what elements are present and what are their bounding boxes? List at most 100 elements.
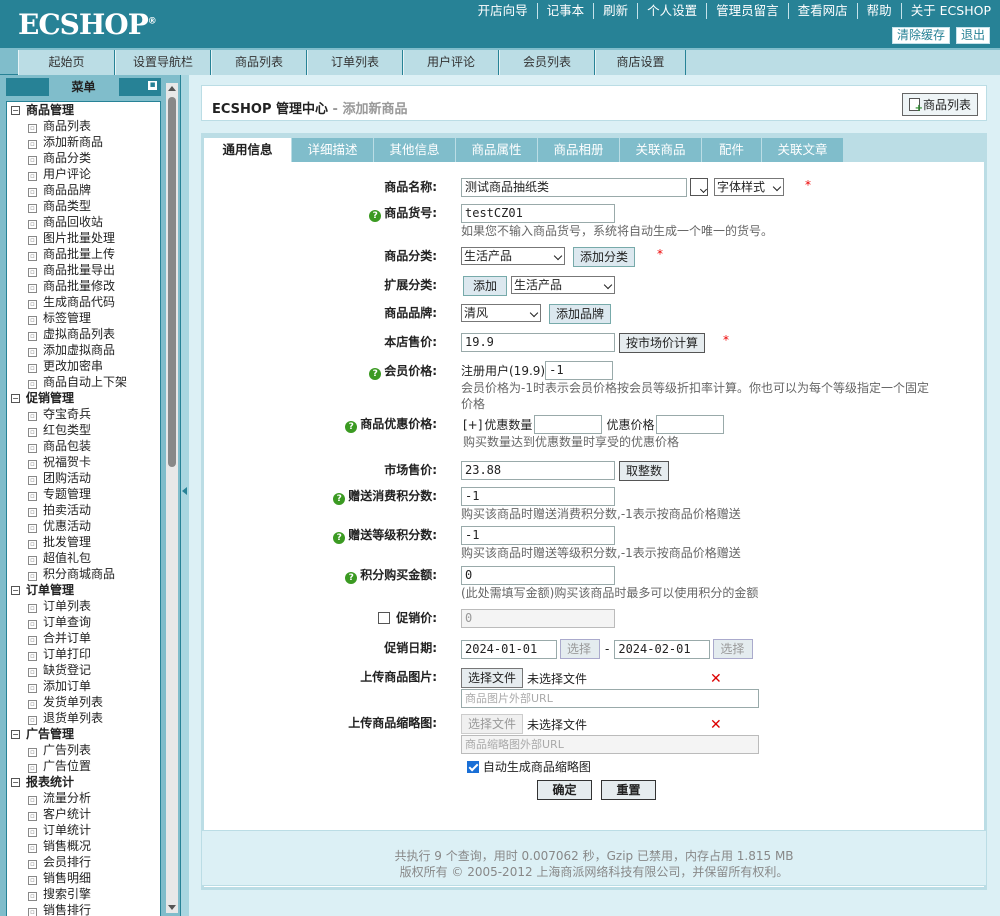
sidebar-collapse-icon[interactable]: ▪ <box>148 81 157 90</box>
nav-about[interactable]: 关于 ECSHOP <box>900 3 1000 19</box>
color-picker[interactable] <box>690 178 708 196</box>
tab-shop-settings[interactable]: 商店设置 <box>595 50 686 75</box>
add-volume-price-link[interactable]: [+] <box>463 418 482 432</box>
sidebar-item[interactable]: ▫ 订单查询 <box>7 614 160 630</box>
sidebar-item[interactable]: ▫ 广告列表 <box>7 742 160 758</box>
sidebar-item[interactable]: ▫ 订单打印 <box>7 646 160 662</box>
collapse-box-icon[interactable]: − <box>11 106 20 115</box>
nav-help[interactable]: 帮助 <box>856 3 901 19</box>
tab-linked-goods[interactable]: 关联商品 <box>620 138 702 162</box>
frame-splitter[interactable] <box>180 75 189 916</box>
sidebar-item[interactable]: ▫ 商品自动上下架 <box>7 374 160 390</box>
add-brand-button[interactable]: 添加品牌 <box>549 304 612 324</box>
promote-start-date-input[interactable]: 2024-01-01 <box>461 639 557 659</box>
sidebar-item[interactable]: ▫ 商品列表 <box>7 118 160 134</box>
sidebar-item[interactable]: ▫ 商品批量上传 <box>7 246 160 262</box>
clear-cache-button[interactable]: 清除缓存 <box>891 27 950 44</box>
round-button[interactable]: 取整数 <box>619 461 670 481</box>
sidebar-item[interactable]: ▫ 添加虚拟商品 <box>7 342 160 358</box>
sidebar-item[interactable]: ▫ 商品批量修改 <box>7 278 160 294</box>
give-integral-input[interactable]: -1 <box>461 487 615 506</box>
sidebar-group[interactable]: − 商品管理 <box>7 102 160 118</box>
help-icon[interactable]: ? <box>369 210 382 222</box>
sidebar-item[interactable]: ▫ 商品类型 <box>7 198 160 214</box>
category-select[interactable]: 生活产品 <box>461 247 565 265</box>
tab-description[interactable]: 详细描述 <box>292 138 374 162</box>
promote-end-date-input[interactable]: 2024-02-01 <box>614 639 711 659</box>
nav-admin-message[interactable]: 管理员留言 <box>706 3 788 19</box>
add-category-button[interactable]: 添加分类 <box>573 247 636 267</box>
tab-general[interactable]: 通用信息 <box>204 138 292 162</box>
market-price-input[interactable]: 23.88 <box>461 461 615 480</box>
sidebar-item[interactable]: ▫ 商品分类 <box>7 150 160 166</box>
market-price-calc-button[interactable]: 按市场价计算 <box>619 333 706 353</box>
choose-image-file-button[interactable]: 选择文件 <box>461 668 524 688</box>
font-style-select[interactable]: 字体样式 <box>714 178 784 196</box>
tab-gallery[interactable]: 商品相册 <box>538 138 620 162</box>
scroll-up-icon[interactable] <box>168 86 176 91</box>
goods-sn-input[interactable]: testCZ01 <box>461 204 615 223</box>
promote-checkbox[interactable] <box>378 612 391 624</box>
goods-list-button[interactable]: 商品列表 <box>901 93 978 116</box>
tab-nav-settings[interactable]: 设置导航栏 <box>115 50 211 75</box>
help-icon[interactable]: ? <box>333 532 346 544</box>
member-price-input[interactable]: -1 <box>545 361 614 380</box>
choose-thumb-file-button[interactable]: 选择文件 <box>461 714 524 734</box>
brand-select[interactable]: 清风 <box>461 304 541 322</box>
sidebar-item[interactable]: ▫ 批发管理 <box>7 534 160 550</box>
add-ext-category-button[interactable]: 添加 <box>463 276 507 296</box>
sidebar-item[interactable]: ▫ 用户评论 <box>7 166 160 182</box>
help-icon[interactable]: ? <box>345 572 358 584</box>
tab-linked-articles[interactable]: 关联文章 <box>762 138 844 162</box>
promote-price-input[interactable]: 0 <box>461 609 615 628</box>
sidebar-item[interactable]: ▫ 夺宝奇兵 <box>7 406 160 422</box>
sidebar-item[interactable]: ▫ 缺货登记 <box>7 662 160 678</box>
thumb-url-input[interactable]: 商品缩略图外部URL <box>461 735 759 754</box>
sidebar-item[interactable]: ▫ 红包类型 <box>7 422 160 438</box>
sidebar-item[interactable]: ▫ 退货单列表 <box>7 710 160 726</box>
sidebar-item[interactable]: ▫ 更改加密串 <box>7 358 160 374</box>
nav-refresh[interactable]: 刷新 <box>593 3 637 19</box>
sidebar-item[interactable]: ▫ 添加订单 <box>7 678 160 694</box>
collapse-box-icon[interactable]: − <box>11 778 20 787</box>
image-url-input[interactable]: 商品图片外部URL <box>461 689 759 708</box>
help-icon[interactable]: ? <box>345 421 358 433</box>
tab-attributes[interactable]: 商品属性 <box>456 138 538 162</box>
sidebar-item[interactable]: ▫ 客户统计 <box>7 806 160 822</box>
sidebar-scrollbar[interactable] <box>166 83 178 913</box>
sidebar-item[interactable]: ▫ 流量分析 <box>7 790 160 806</box>
sidebar-group[interactable]: − 订单管理 <box>7 582 160 598</box>
tab-accessories[interactable]: 配件 <box>702 138 762 162</box>
tab-member-list[interactable]: 会员列表 <box>499 50 595 75</box>
nav-profile[interactable]: 个人设置 <box>637 3 706 19</box>
sidebar-item[interactable]: ▫ 团购活动 <box>7 470 160 486</box>
sidebar-item[interactable]: ▫ 销售排行 <box>7 902 160 916</box>
sidebar-item[interactable]: ▫ 销售明细 <box>7 870 160 886</box>
scroll-down-icon[interactable] <box>168 905 176 910</box>
sidebar-item[interactable]: ▫ 销售概况 <box>7 838 160 854</box>
help-icon[interactable]: ? <box>333 493 346 505</box>
collapse-box-icon[interactable]: − <box>11 730 20 739</box>
tab-other-info[interactable]: 其他信息 <box>374 138 456 162</box>
tab-start-page[interactable]: 起始页 <box>18 50 115 75</box>
sidebar-item[interactable]: ▫ 发货单列表 <box>7 694 160 710</box>
sidebar-item[interactable]: ▫ 积分商城商品 <box>7 566 160 582</box>
sidebar-item[interactable]: ▫ 标签管理 <box>7 310 160 326</box>
volume-price-input[interactable] <box>656 415 725 434</box>
sidebar-item[interactable]: ▫ 广告位置 <box>7 758 160 774</box>
nav-view-store[interactable]: 查看网店 <box>787 3 857 19</box>
sidebar-item[interactable]: ▫ 订单列表 <box>7 598 160 614</box>
sidebar-item[interactable]: ▫ 会员排行 <box>7 854 160 870</box>
end-date-select-button[interactable]: 选择 <box>713 639 754 659</box>
shop-price-input[interactable]: 19.9 <box>461 333 615 352</box>
collapse-box-icon[interactable]: − <box>11 586 20 595</box>
sidebar-item[interactable]: ▫ 图片批量处理 <box>7 230 160 246</box>
sidebar-item[interactable]: ▫ 商品回收站 <box>7 214 160 230</box>
help-icon[interactable]: ? <box>369 368 382 380</box>
sidebar-group[interactable]: − 报表统计 <box>7 774 160 790</box>
nav-notepad[interactable]: 记事本 <box>536 3 594 19</box>
start-date-select-button[interactable]: 选择 <box>560 639 600 659</box>
sidebar-item[interactable]: ▫ 虚拟商品列表 <box>7 326 160 342</box>
volume-qty-input[interactable] <box>534 415 603 434</box>
sidebar-group[interactable]: − 广告管理 <box>7 726 160 742</box>
